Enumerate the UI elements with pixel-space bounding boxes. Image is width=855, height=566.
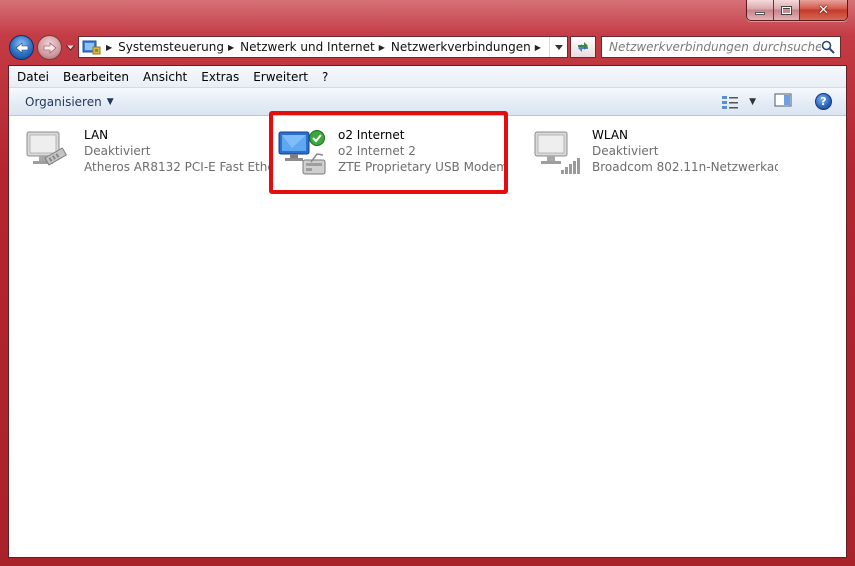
menu-help[interactable]: ?: [314, 70, 334, 84]
chevron-down-icon: ▼: [106, 96, 114, 107]
title-bar[interactable]: [0, 0, 855, 36]
address-bar[interactable]: ▶ Systemsteuerung ▶ Netzwerk und Interne…: [78, 36, 568, 58]
recent-pages-dropdown[interactable]: [65, 43, 75, 53]
view-details-icon: [722, 95, 739, 109]
connection-device: Broadcom 802.11n-Netzwerkadap...: [592, 160, 778, 174]
search-box[interactable]: [601, 36, 841, 58]
control-panel-icon: [82, 39, 102, 55]
connection-status: Deaktiviert: [84, 144, 151, 158]
client-area: Datei Bearbeiten Ansicht Extras Erweiter…: [8, 65, 847, 558]
back-arrow-icon: [15, 41, 28, 54]
menu-bearbeiten[interactable]: Bearbeiten: [55, 70, 135, 84]
menu-erweitert[interactable]: Erweitert: [245, 70, 314, 84]
organize-button[interactable]: Organisieren ▼: [25, 95, 114, 109]
breadcrumb-separator[interactable]: ▶: [379, 43, 385, 52]
close-icon: ✕: [818, 2, 829, 18]
command-bar-right: ▼ ?: [721, 92, 832, 111]
chevron-down-icon: [65, 45, 75, 51]
help-button[interactable]: ?: [815, 93, 832, 110]
preview-pane-button[interactable]: [774, 92, 792, 111]
refresh-icon: [578, 42, 588, 52]
back-button[interactable]: [9, 35, 34, 60]
breadcrumb-separator[interactable]: ▶: [535, 43, 541, 52]
refresh-button[interactable]: [570, 36, 596, 58]
forward-button[interactable]: [37, 35, 62, 60]
breadcrumb-separator[interactable]: ▶: [106, 43, 112, 52]
connection-status: Deaktiviert: [592, 144, 659, 158]
highlight-annotation: [269, 111, 508, 194]
network-wireless-icon: [531, 128, 586, 178]
address-history-dropdown[interactable]: [549, 37, 567, 57]
breadcrumb-separator[interactable]: ▶: [228, 43, 234, 52]
search-icon[interactable]: [821, 40, 835, 54]
connection-device: Atheros AR8132 PCI-E Fast Ethern...: [84, 160, 270, 174]
menu-ansicht[interactable]: Ansicht: [135, 70, 193, 84]
connection-name: WLAN: [592, 128, 629, 142]
forward-arrow-icon: [43, 41, 56, 54]
menu-datei[interactable]: Datei: [9, 70, 55, 84]
chevron-down-icon: [554, 44, 563, 50]
help-icon: ?: [820, 95, 827, 108]
chevron-down-icon[interactable]: ▼: [749, 97, 756, 107]
preview-pane-icon: [774, 93, 792, 107]
search-input[interactable]: [609, 38, 821, 56]
menu-extras[interactable]: Extras: [193, 70, 245, 84]
menu-bar: Datei Bearbeiten Ansicht Extras Erweiter…: [9, 66, 846, 88]
breadcrumb-netzwerkverbindungen[interactable]: Netzwerkverbindungen: [391, 40, 531, 54]
minimize-button[interactable]: [747, 0, 774, 20]
breadcrumb-netzwerk-und-internet[interactable]: Netzwerk und Internet: [240, 40, 375, 54]
caption-buttons: ✕: [746, 0, 848, 21]
connection-item-lan[interactable]: LAN Deaktiviert Atheros AR8132 PCI-E Fas…: [23, 126, 270, 182]
maximize-button[interactable]: [774, 0, 800, 20]
connection-item-wlan[interactable]: WLAN Deaktiviert Broadcom 802.11n-Netzwe…: [531, 126, 778, 182]
window-frame: ✕ ▶ Systemsteuerung ▶ Netzwerk und Inter…: [0, 0, 855, 566]
organize-label: Organisieren: [25, 94, 102, 109]
network-ethernet-icon: [23, 128, 78, 178]
connection-name: LAN: [84, 128, 109, 142]
breadcrumb-systemsteuerung[interactable]: Systemsteuerung: [118, 40, 224, 54]
close-button[interactable]: ✕: [800, 0, 847, 20]
minimize-icon: [755, 11, 765, 15]
change-view-button[interactable]: ▼: [721, 94, 756, 110]
maximize-icon: [781, 5, 792, 15]
